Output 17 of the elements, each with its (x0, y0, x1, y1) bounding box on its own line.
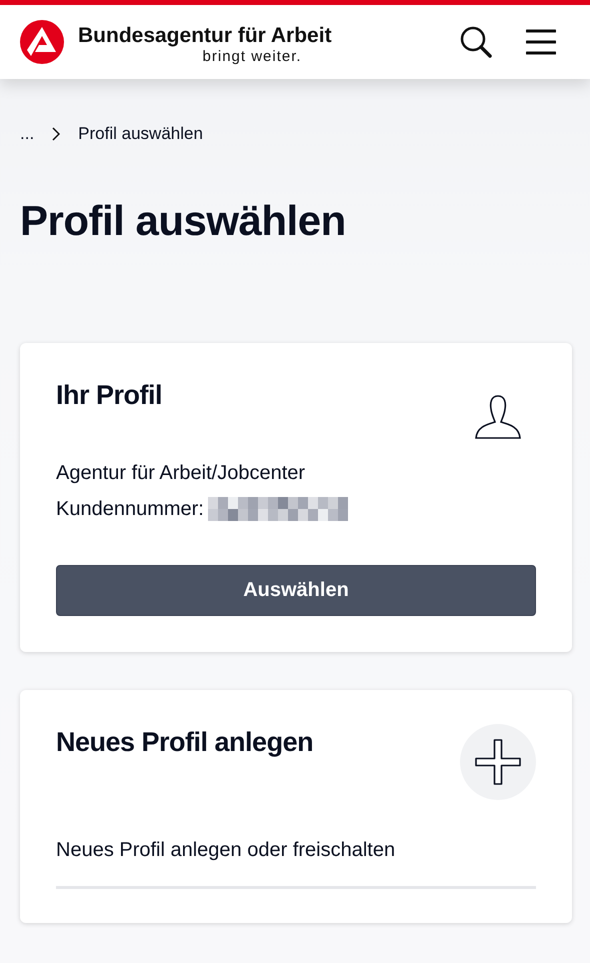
logo-icon[interactable] (20, 20, 64, 64)
create-profile-link[interactable]: Neues Profil anlegen oder freischalten (56, 836, 536, 864)
site-tagline: bringt weiter. (202, 48, 303, 66)
person-icon (474, 395, 522, 439)
info-text: Kundennummer: (56, 497, 204, 522)
card-title: Neues Profil anlegen (56, 726, 314, 759)
search-icon[interactable] (460, 26, 492, 58)
page-title: Profil auswählen (20, 196, 347, 246)
add-icon[interactable] (460, 724, 536, 800)
breadcrumb-link[interactable]: ... (20, 124, 34, 144)
chevron-right-icon (52, 127, 60, 141)
breadcrumb-link[interactable]: Profil auswählen (78, 124, 203, 144)
info-text: Agentur für Arbeit/Jobcenter (56, 461, 306, 486)
menu-icon[interactable] (526, 29, 556, 55)
card-title: Ihr Profil (56, 379, 162, 412)
select-button[interactable]: Auswählen (56, 565, 536, 616)
site-title[interactable]: Bundesagentur für Arbeit (78, 24, 332, 48)
